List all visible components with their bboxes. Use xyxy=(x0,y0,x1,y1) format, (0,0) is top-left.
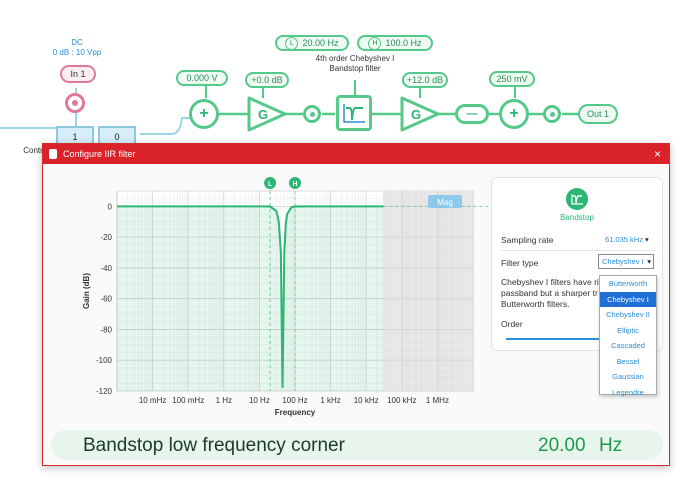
offset1-value[interactable]: 0.000 V xyxy=(176,70,228,86)
source-level: 0 dB : 10 Vpp xyxy=(52,48,102,57)
offset2-value[interactable]: 250 mV xyxy=(489,71,535,87)
filter-option-selected[interactable]: Chebyshev I xyxy=(600,291,656,307)
gain2-symbol: G xyxy=(411,107,421,122)
description-line-3: Butterworth filters. xyxy=(501,299,570,309)
gain2-value[interactable]: +12.0 dB xyxy=(402,72,448,88)
filter-option[interactable]: Legendre xyxy=(600,385,656,401)
input-node[interactable]: In 1 xyxy=(60,65,96,83)
source-type: DC xyxy=(71,38,83,47)
parameter-name: Bandstop low frequency corner xyxy=(83,435,345,456)
gain1-symbol: G xyxy=(258,107,268,122)
filter-high-value: 100.0 Hz xyxy=(385,38,422,48)
x-axis-label: Frequency xyxy=(275,408,316,417)
gain1-value[interactable]: +0.0 dB xyxy=(245,72,289,88)
bandstop-type-icon[interactable] xyxy=(566,188,588,210)
close-icon[interactable]: × xyxy=(654,147,661,161)
filter-type-dropdown: Butterworth Chebyshev I Chebyshev II Ell… xyxy=(599,275,657,397)
sampling-rate-label: Sampling rate xyxy=(501,235,554,245)
output-node[interactable]: Out 1 xyxy=(578,104,618,124)
filter-low-tag: L xyxy=(285,36,299,50)
sampling-rate-value: 61.035 kHz xyxy=(605,235,643,244)
mag-button-label: Mag xyxy=(437,198,453,207)
high-corner-marker[interactable]: H xyxy=(289,177,301,189)
filter-option[interactable]: Chebyshev II xyxy=(600,307,656,323)
x-tick-label: 10 mHz xyxy=(139,396,167,405)
x-tick-label: 100 kHz xyxy=(387,396,416,405)
filter-option[interactable]: Elliptic xyxy=(600,323,656,339)
bandstop-icon xyxy=(343,104,365,123)
low-corner-marker-label: L xyxy=(268,181,273,188)
filter-option[interactable]: Cascaded xyxy=(600,338,656,354)
adder1-node[interactable]: + xyxy=(189,99,219,129)
dialog-titlebar: Configure IIR filter × xyxy=(43,144,669,164)
y-tick-label: 0 xyxy=(108,202,113,211)
divider xyxy=(501,250,655,251)
filter-option[interactable]: Gaussian xyxy=(600,369,656,385)
y-tick-label: -120 xyxy=(96,387,113,396)
filter-low-value: 20.00 Hz xyxy=(302,38,339,48)
x-tick-label: 100 Hz xyxy=(282,396,307,405)
filter-high-tag: H xyxy=(368,36,382,50)
filter-caption-line2: Bandstop filter xyxy=(329,64,381,73)
filter-low-freq[interactable]: L 20.00 Hz xyxy=(275,35,349,51)
y-tick-label: -20 xyxy=(100,233,112,242)
x-tick-label: 1 kHz xyxy=(320,396,340,405)
y-tick-label: -100 xyxy=(96,356,113,365)
filter-type-select[interactable]: Chebyshev I ▾ xyxy=(598,254,654,269)
sampling-rate-select[interactable]: 61.035 kHz ▾ xyxy=(605,235,649,244)
filter-option[interactable]: Butterworth xyxy=(600,276,656,292)
probe1-node[interactable] xyxy=(303,105,321,123)
gain1-amplifier[interactable]: G xyxy=(247,96,287,132)
invert-node[interactable]: — xyxy=(455,104,489,124)
chevron-down-icon: ▾ xyxy=(647,257,651,266)
filter-type-label: Filter type xyxy=(501,258,539,268)
mag-button[interactable]: Mag xyxy=(428,195,462,208)
description-line-2: passband but a sharper tr xyxy=(501,288,598,298)
filter-caption-line1: 4th order Chebyshev I xyxy=(315,54,395,63)
y-tick-label: -80 xyxy=(100,325,112,334)
description-line-1: Chebyshev I filters have ri xyxy=(501,277,599,287)
y-axis-label: Gain (dB) xyxy=(82,273,91,309)
adder2-node[interactable]: + xyxy=(499,99,529,129)
chevron-down-icon: ▾ xyxy=(645,235,649,244)
order-slider[interactable] xyxy=(506,338,606,340)
app-icon xyxy=(49,149,57,159)
filter-option[interactable]: Bessel xyxy=(600,354,656,370)
y-tick-label: -40 xyxy=(100,264,112,273)
gain2-amplifier[interactable]: G xyxy=(400,96,440,132)
magnitude-chart: 10 mHz 100 mHz 1 Hz 10 Hz 100 Hz 1 kHz 10 kHz 1… xyxy=(82,177,491,417)
x-tick-label: 100 mHz xyxy=(172,396,204,405)
input-port[interactable] xyxy=(65,93,85,113)
gain-area-fill xyxy=(117,206,384,391)
probe2-node[interactable] xyxy=(543,105,561,123)
low-corner-marker[interactable]: L xyxy=(264,177,277,189)
x-tick-label: 10 kHz xyxy=(354,396,379,405)
filter-type-caption: Bandstop xyxy=(560,213,594,222)
parameter-value[interactable]: 20.00 xyxy=(538,435,586,457)
filter-block[interactable] xyxy=(336,95,372,131)
x-tick-label: 10 Hz xyxy=(249,396,270,405)
x-tick-label: 1 MHz xyxy=(426,396,449,405)
high-corner-marker-label: H xyxy=(292,181,297,188)
parameter-status-bar: Bandstop low frequency corner 20.00 Hz xyxy=(51,430,663,460)
parameter-unit: Hz xyxy=(599,435,623,456)
configure-iir-dialog: Configure IIR filter × 10 mHz 100 mHz 1 Hz… xyxy=(42,143,670,466)
filter-type-value: Chebyshev I xyxy=(602,257,644,266)
y-tick-label: -60 xyxy=(100,295,112,304)
filter-high-freq[interactable]: H 100.0 Hz xyxy=(357,35,433,51)
x-tick-label: 1 Hz xyxy=(216,396,232,405)
order-label: Order xyxy=(501,319,523,329)
dialog-title: Configure IIR filter xyxy=(63,149,136,159)
